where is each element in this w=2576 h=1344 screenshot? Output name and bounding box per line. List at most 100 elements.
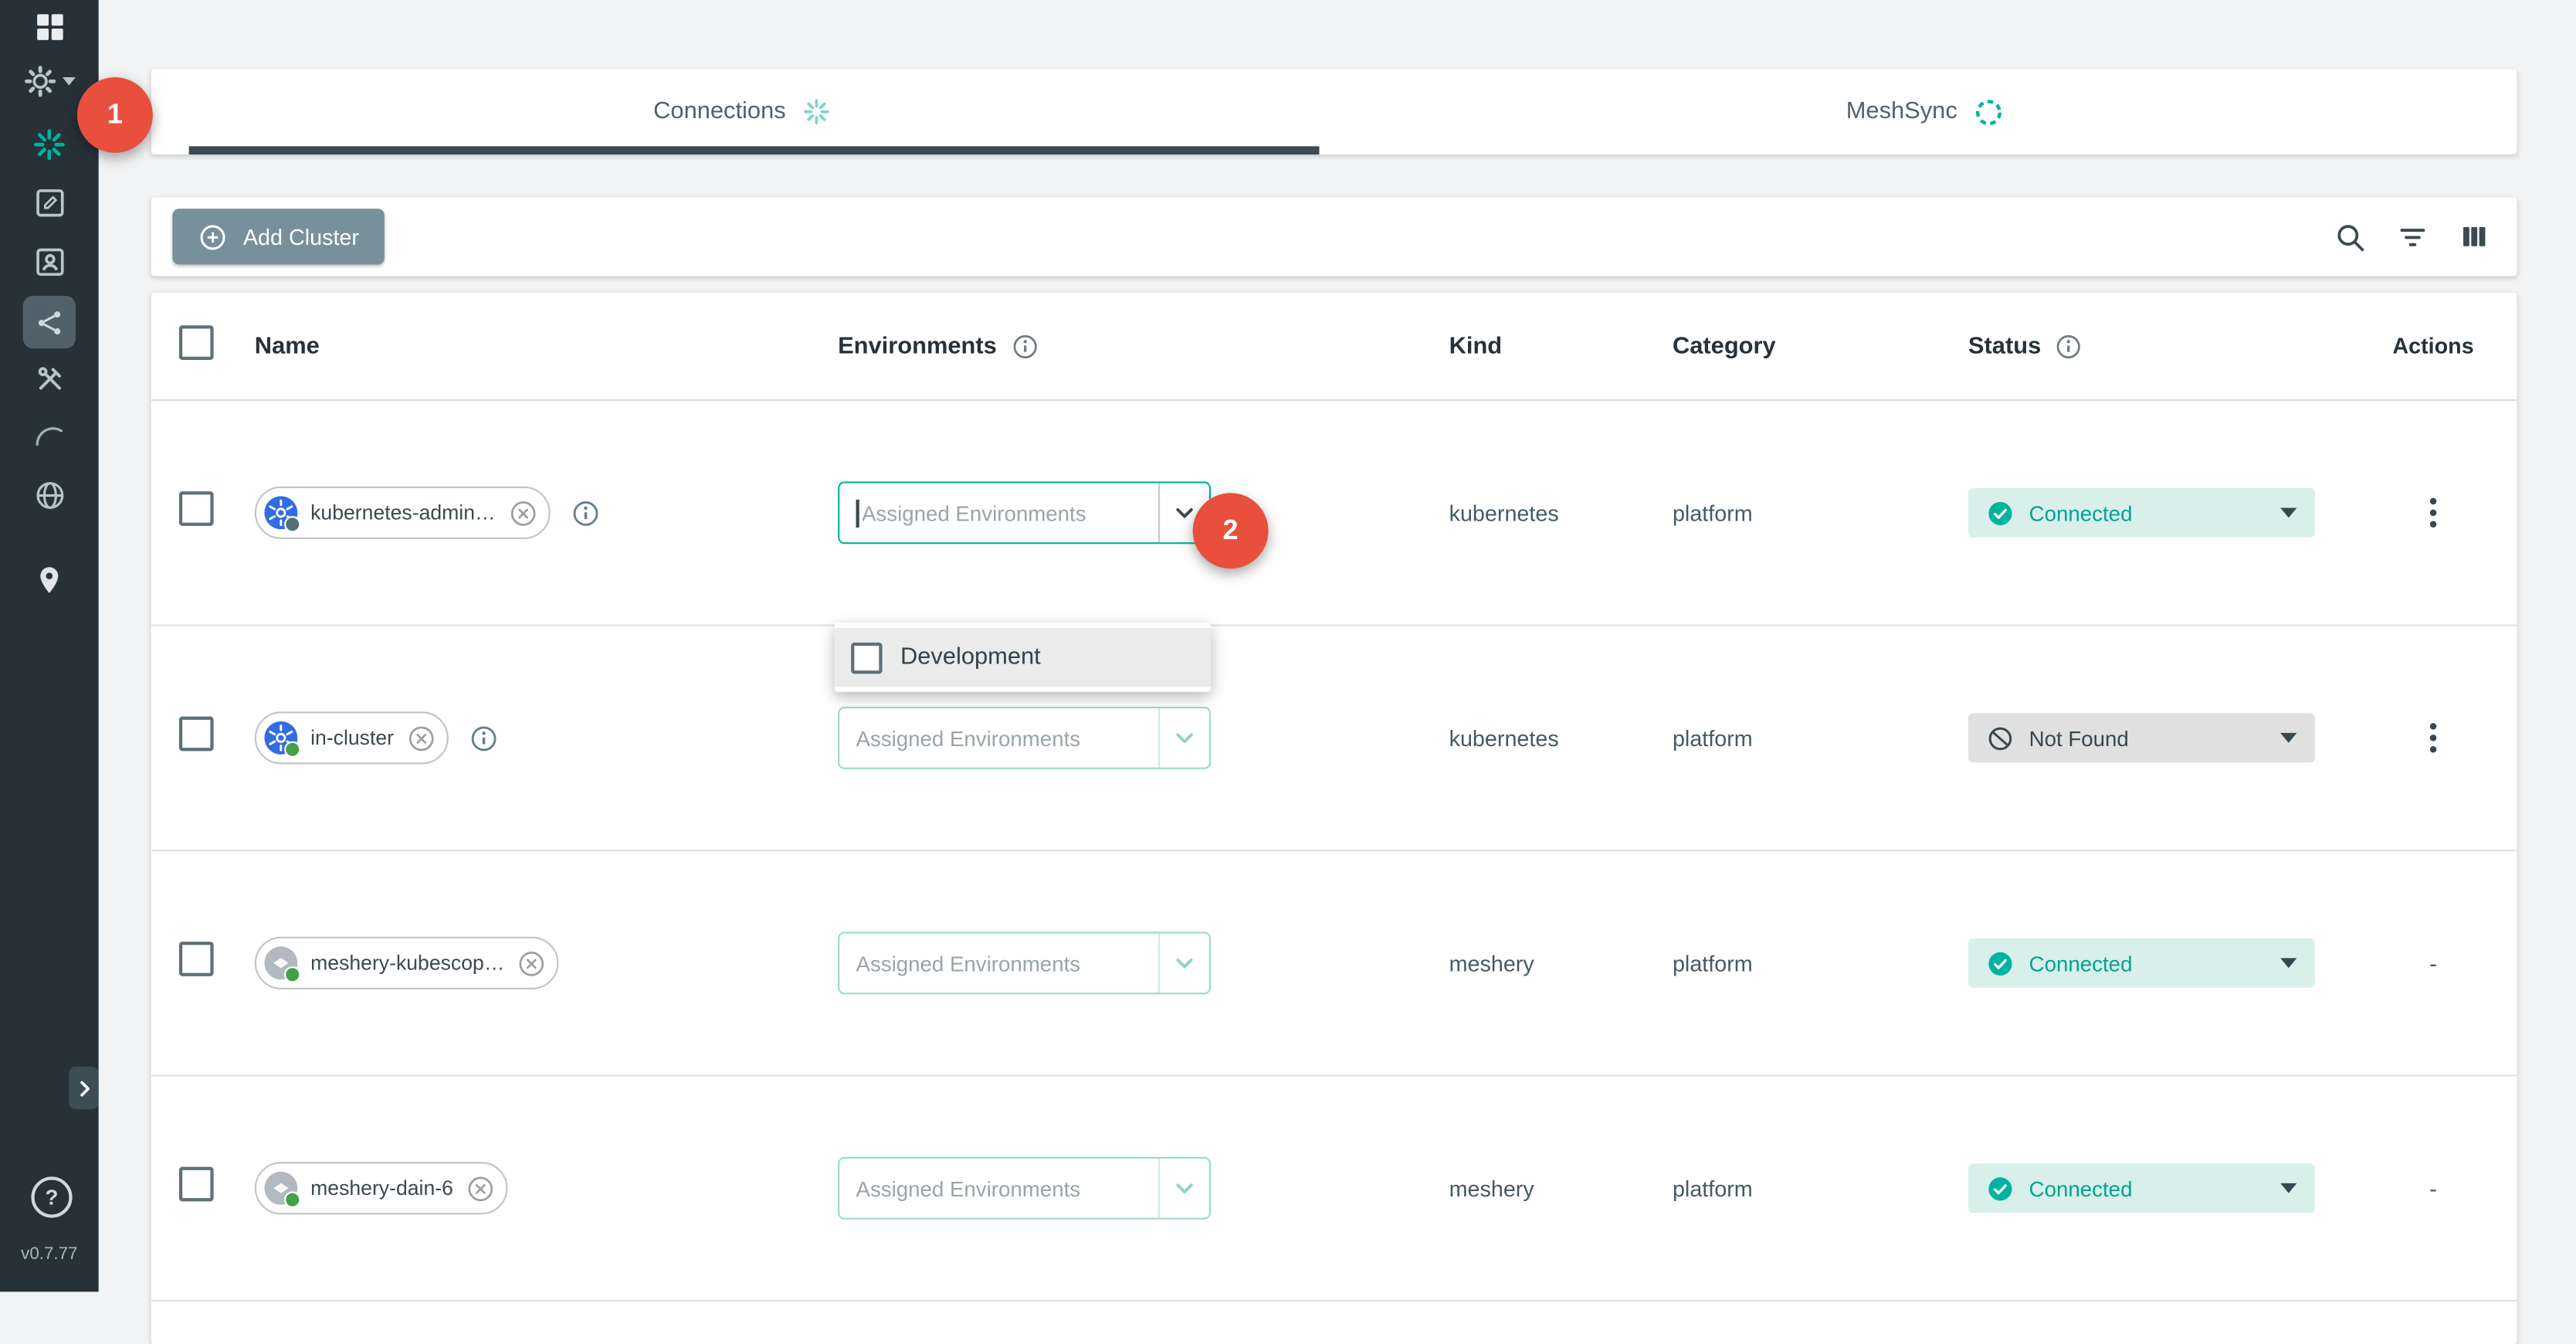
lifecycle-icon[interactable] <box>0 245 99 280</box>
remove-connection-icon[interactable] <box>507 497 538 528</box>
tab-meshsync[interactable]: MeshSync <box>1334 69 2517 154</box>
row-checkbox[interactable] <box>179 1167 214 1202</box>
meshery-icon <box>263 1170 299 1207</box>
dashboard-icon[interactable] <box>0 10 99 45</box>
row-checkbox[interactable] <box>179 491 214 526</box>
mesh-map-pin-icon[interactable] <box>0 564 99 597</box>
table-row: meshery-kubescop… Assigned Environments <box>151 851 2517 1076</box>
environments-select[interactable]: Assigned Environments <box>838 1157 1211 1220</box>
check-circle-icon <box>1986 949 2014 977</box>
select-all-checkbox[interactable] <box>179 324 214 359</box>
connection-info-icon[interactable] <box>468 722 499 753</box>
status-dropdown[interactable]: Connected <box>1968 488 2315 538</box>
add-cluster-button[interactable]: Add Cluster <box>172 209 384 264</box>
version-label: v0.7.77 <box>0 1244 99 1264</box>
environments-select[interactable]: Assigned Environments <box>838 932 1211 994</box>
filter-icon[interactable] <box>2395 219 2430 254</box>
connection-name: in-cluster <box>310 726 394 749</box>
no-actions-placeholder: - <box>2429 1175 2437 1201</box>
category-cell: platform <box>1673 501 1968 525</box>
add-cluster-label: Add Cluster <box>243 224 359 249</box>
column-header-kind: Kind <box>1449 333 1503 359</box>
text-cursor <box>856 499 859 527</box>
connection-name: meshery-dain-6 <box>310 1176 453 1200</box>
column-header-name: Name <box>255 333 320 359</box>
tab-connections[interactable]: Connections <box>151 69 1334 154</box>
environments-placeholder: Assigned Environments <box>856 1176 1158 1200</box>
connection-info-icon[interactable] <box>569 497 600 528</box>
row-checkbox[interactable] <box>179 942 214 976</box>
status-label: Connected <box>2029 501 2133 525</box>
chevron-down-icon <box>2280 1183 2296 1193</box>
option-checkbox[interactable] <box>851 642 882 673</box>
category-cell: platform <box>1673 1176 1968 1200</box>
kind-cell: kubernetes <box>1449 725 1673 750</box>
step-badge-2: 2 <box>1193 493 1269 568</box>
chevron-down-icon <box>2280 507 2296 518</box>
column-header-category: Category <box>1673 333 1776 359</box>
chevron-down-icon[interactable] <box>1160 949 1209 978</box>
status-label: Not Found <box>2029 725 2129 750</box>
connection-name: kubernetes-admin… <box>310 501 495 524</box>
help-icon[interactable]: ? <box>31 1176 72 1217</box>
chevron-down-icon <box>2280 958 2296 968</box>
configuration-icon[interactable] <box>0 185 99 220</box>
remove-connection-icon[interactable] <box>516 948 547 979</box>
environments-placeholder: Assigned Environments <box>856 951 1158 976</box>
kubernetes-icon <box>263 494 299 531</box>
status-dropdown[interactable]: Not Found <box>1968 713 2315 762</box>
connections-table: Name Environments Kind Category Status A… <box>151 293 2517 1344</box>
environments-select[interactable]: Assigned Environments <box>838 481 1211 544</box>
environments-placeholder: Assigned Environments <box>862 501 1158 525</box>
plus-circle-icon <box>197 221 228 252</box>
connection-name: meshery-kubescop… <box>310 952 504 975</box>
performance-icon[interactable] <box>0 416 99 452</box>
remove-connection-icon[interactable] <box>465 1173 496 1203</box>
chevron-right-icon <box>73 1078 95 1099</box>
actions-menu-icon[interactable] <box>2423 491 2443 534</box>
column-header-status: Status <box>1968 333 2041 359</box>
meshery-icon <box>263 945 299 981</box>
search-icon[interactable] <box>2333 219 2368 254</box>
column-header-environments: Environments <box>838 333 997 359</box>
table-row: in-cluster Assigned Environments <box>151 626 2517 851</box>
row-checkbox[interactable] <box>179 717 214 752</box>
step-badge-1-label: 1 <box>107 99 123 132</box>
connection-chip[interactable]: meshery-kubescop… <box>255 937 559 989</box>
kind-cell: meshery <box>1449 951 1673 976</box>
connection-chip[interactable]: in-cluster <box>255 711 448 764</box>
table-row: kubernetes-admin… Assigned Environments <box>151 401 2517 626</box>
status-dot <box>284 516 300 532</box>
actions-menu-icon[interactable] <box>2423 717 2443 759</box>
chevron-down-icon[interactable] <box>1160 723 1209 752</box>
kind-cell: kubernetes <box>1449 501 1673 525</box>
step-badge-1: 1 <box>77 77 153 153</box>
info-icon[interactable] <box>1010 331 1039 361</box>
toolbar-icons <box>2333 219 2517 254</box>
step-badge-2-label: 2 <box>1223 514 1239 548</box>
connection-chip[interactable]: kubernetes-admin… <box>255 487 550 539</box>
main-content: Connections MeshSync Add Cluster <box>99 0 2576 1291</box>
table-toolbar: Add Cluster <box>151 197 2517 276</box>
category-cell: platform <box>1673 951 1968 976</box>
dropdown-option-development[interactable]: Development <box>835 628 1211 687</box>
status-dropdown[interactable]: Connected <box>1968 1163 2315 1213</box>
toolbox-icon[interactable] <box>0 361 99 396</box>
status-dot <box>284 742 300 758</box>
remove-connection-icon[interactable] <box>405 722 436 753</box>
environments-select[interactable]: Assigned Environments <box>838 707 1211 769</box>
tab-meshsync-label: MeshSync <box>1846 99 1957 125</box>
connection-chip[interactable]: meshery-dain-6 <box>255 1162 507 1214</box>
extensions-icon[interactable] <box>0 478 99 513</box>
status-dot <box>284 1192 300 1208</box>
not-found-icon <box>1986 724 2014 752</box>
environments-dropdown: Development <box>835 623 1211 691</box>
table-row: meshery-dain-6 Assigned Environments <box>151 1077 2517 1302</box>
sidebar-expand-button[interactable] <box>69 1067 98 1109</box>
service-mesh-icon[interactable] <box>23 296 76 348</box>
columns-view-icon[interactable] <box>2458 220 2491 253</box>
chevron-down-icon[interactable] <box>1160 1173 1209 1203</box>
status-dropdown[interactable]: Connected <box>1968 938 2315 988</box>
category-cell: platform <box>1673 725 1968 750</box>
info-icon[interactable] <box>2054 331 2083 361</box>
